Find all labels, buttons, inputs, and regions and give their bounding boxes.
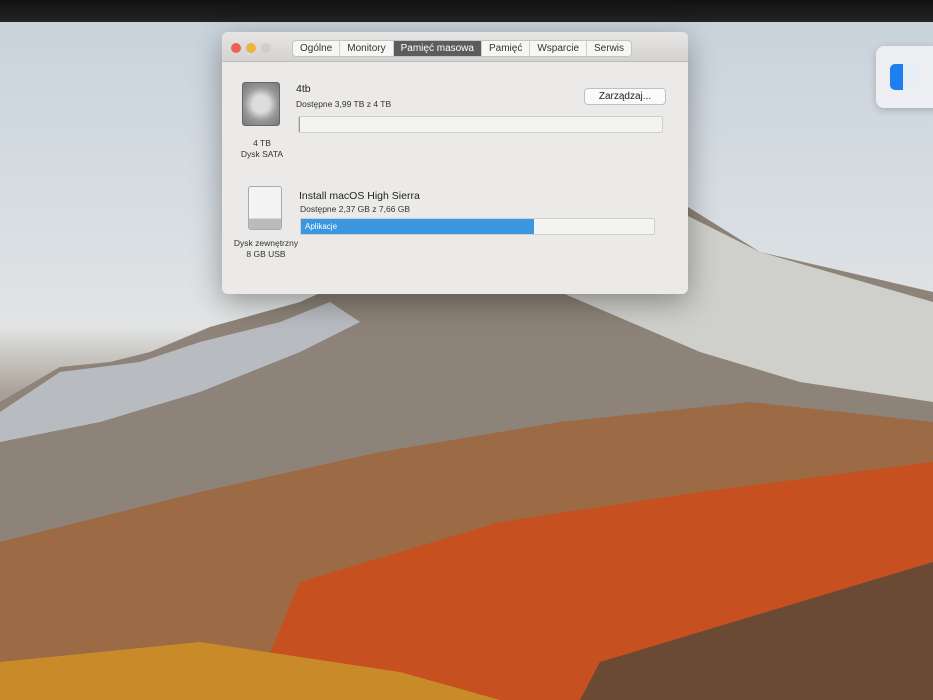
tab-storage[interactable]: Pamięć masowa	[393, 41, 482, 56]
tab-bar: Ogólne Monitory Pamięć masowa Pamięć Wsp…	[292, 40, 633, 57]
disk-capacity: Dysk zewnętrzny	[233, 238, 299, 248]
finder-icon	[890, 64, 916, 90]
tab-support[interactable]: Wsparcie	[530, 41, 588, 56]
tab-displays[interactable]: Monitory	[340, 41, 394, 56]
disk-name: Install macOS High Sierra	[299, 190, 420, 202]
tab-memory[interactable]: Pamięć	[482, 41, 531, 56]
storage-segment-applications[interactable]: Aplikacje	[301, 219, 534, 234]
storage-used-fill	[299, 117, 300, 132]
minimize-button[interactable]	[246, 43, 256, 53]
manage-button[interactable]: Zarządzaj...	[584, 88, 666, 105]
about-this-mac-window: Ogólne Monitory Pamięć masowa Pamięć Wsp…	[222, 32, 688, 294]
disk-available: Dostępne 2,37 GB z 7,66 GB	[300, 204, 411, 214]
title-bar[interactable]: Ogólne Monitory Pamięć masowa Pamięć Wsp…	[222, 32, 688, 62]
disk-available: Dostępne 3,99 TB z 4 TB	[296, 99, 392, 109]
tab-service[interactable]: Serwis	[587, 41, 631, 56]
storage-bar	[298, 116, 663, 133]
disk-capacity: 4 TB	[253, 138, 271, 148]
close-button[interactable]	[231, 43, 241, 53]
disk-type: 8 GB USB	[246, 249, 286, 259]
disk-name: 4tb	[296, 83, 311, 95]
notification-banner[interactable]	[876, 46, 933, 108]
disk-type: Dysk SATA	[240, 149, 284, 159]
hard-drive-icon	[242, 82, 280, 126]
external-drive-icon	[248, 186, 282, 230]
tab-general[interactable]: Ogólne	[293, 41, 341, 56]
storage-bar: Aplikacje	[300, 218, 655, 235]
zoom-button[interactable]	[261, 43, 271, 53]
